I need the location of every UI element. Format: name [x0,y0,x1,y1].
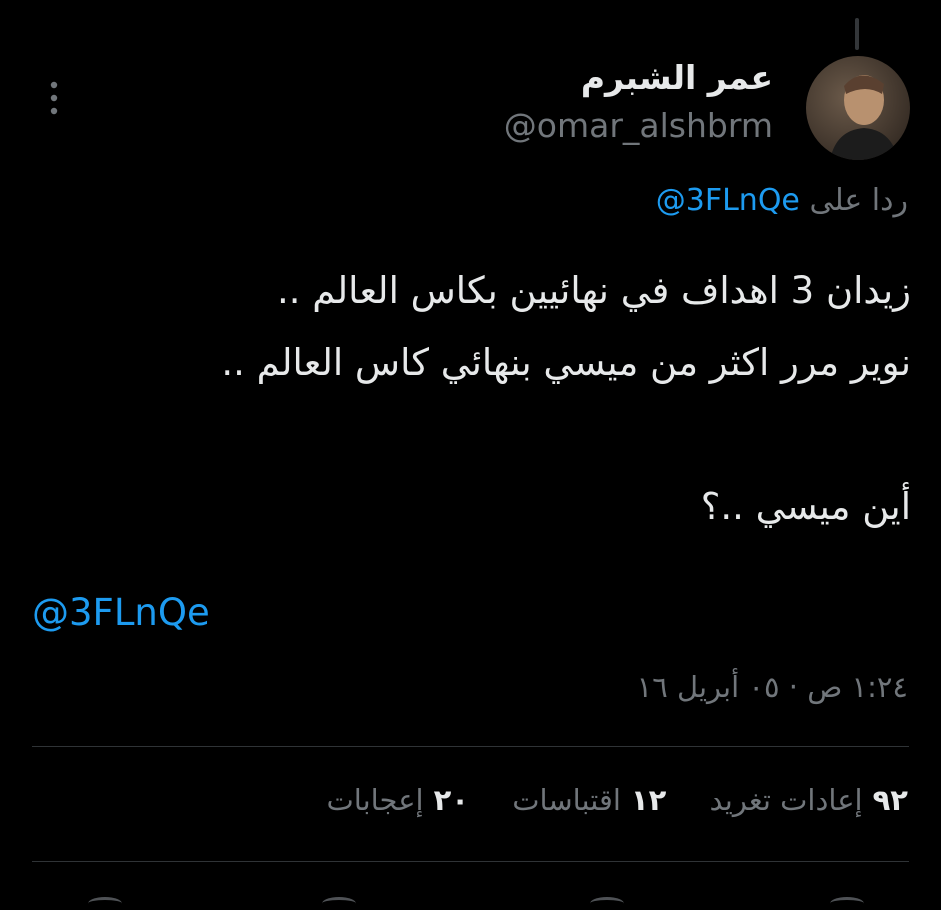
tweet-line: أين ميسي ..؟ [700,485,911,528]
tweet-mention-link[interactable]: @3FLnQe [32,591,210,634]
tweet-text: زيدان 3 اهداف في نهائيين بكاس العالم .. … [31,255,911,543]
tweet-line: نوير مرر اكثر من ميسي بنهائي كاس العالم … [221,341,911,384]
likes-label: إعجابات [326,783,424,817]
tweet-timestamp[interactable]: ١:٢٤ ص · ٠٥ أبريل ١٦ [637,670,908,704]
replying-prefix: ردا على [809,183,908,218]
like-icon[interactable] [590,897,624,910]
quotes-stat[interactable]: ١٢ اقتباسات [512,783,666,817]
user-handle[interactable]: @omar_alshbrm [504,106,773,145]
likes-count: ٢٠ [433,783,469,817]
divider [32,746,909,747]
replying-to: ردا على @3FLnQe [656,183,908,218]
tweet-line: زيدان 3 اهداف في نهائيين بكاس العالم .. [277,269,911,312]
retweets-stat[interactable]: ٩٢ إعادات تغريد [710,783,908,817]
retweets-label: إعادات تغريد [709,783,863,817]
bookmark-icon[interactable] [322,897,356,910]
engagement-stats: ٩٢ إعادات تغريد ١٢ اقتباسات ٢٠ إعجابات [292,783,908,817]
divider [32,861,909,862]
replying-to-mention[interactable]: @3FLnQe [656,183,800,218]
share-icon[interactable] [88,897,122,910]
display-name[interactable]: عمر الشبرم [581,58,773,97]
quotes-count: ١٢ [630,783,667,817]
thread-connector-line [855,18,859,50]
more-vertical-icon[interactable] [44,78,64,118]
reply-icon[interactable] [830,897,864,910]
avatar-photo [806,56,910,160]
avatar[interactable] [806,56,910,160]
quotes-label: اقتباسات [512,783,621,817]
likes-stat[interactable]: ٢٠ إعجابات [326,783,469,817]
retweets-count: ٩٢ [872,783,908,817]
